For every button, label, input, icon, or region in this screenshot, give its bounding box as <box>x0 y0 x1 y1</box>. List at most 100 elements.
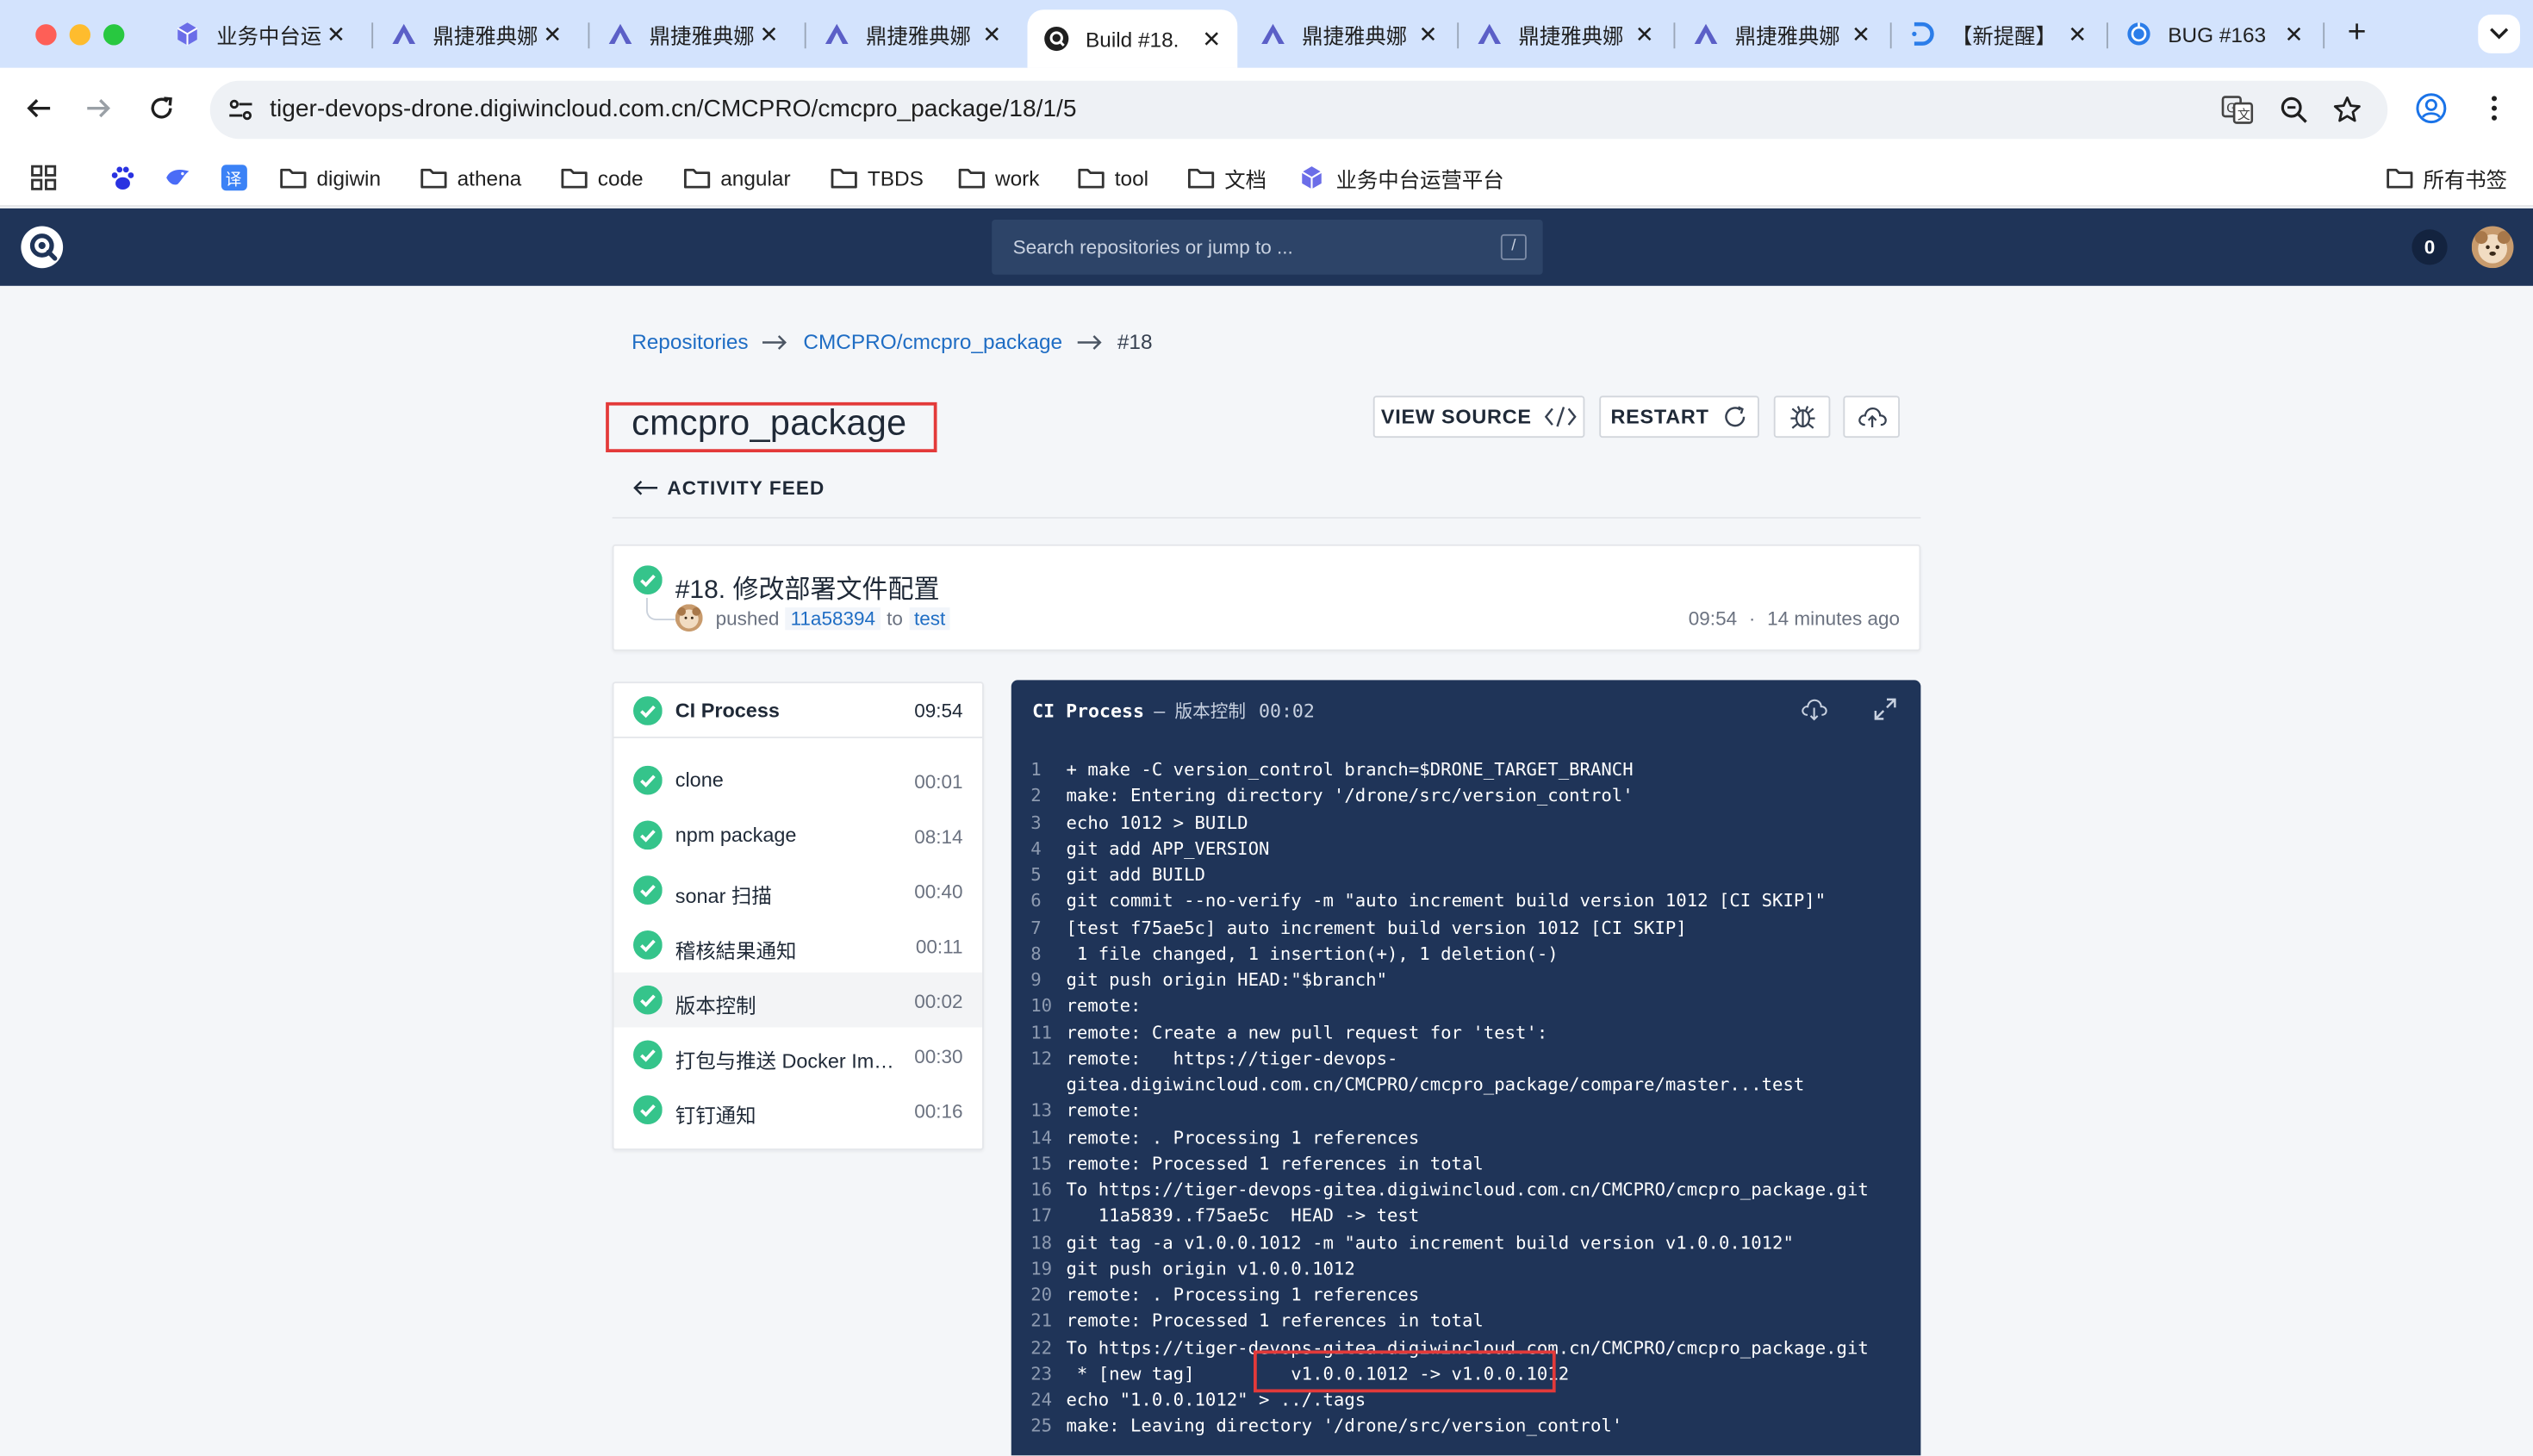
step-item-docker-push[interactable]: 打包与推送 Docker Image 00:30 <box>614 1028 983 1083</box>
close-icon[interactable]: ✕ <box>539 20 565 47</box>
log-line-number[interactable]: 17 <box>1011 1204 1067 1229</box>
translate-icon[interactable]: G文 <box>2219 94 2255 127</box>
close-icon[interactable]: ✕ <box>979 20 1005 47</box>
close-icon[interactable]: ✕ <box>2281 20 2307 47</box>
browser-tab[interactable]: 鼎捷雅典娜 ✕ <box>1677 9 1887 58</box>
breadcrumb-repo-link[interactable]: CMCPRO/cmcpro_package <box>803 330 1062 354</box>
bookmark-folder[interactable]: code <box>559 160 644 196</box>
bookmark-folder[interactable]: work <box>956 160 1039 196</box>
new-tab-button[interactable]: + <box>2339 16 2374 52</box>
bookmark-folder[interactable]: athena <box>419 160 521 196</box>
bookmark-star-icon[interactable] <box>2330 94 2365 127</box>
tab-search-button[interactable] <box>2478 14 2520 53</box>
forward-button[interactable] <box>78 87 120 129</box>
activity-feed-link[interactable]: ACTIVITY FEED <box>633 476 825 499</box>
step-item-audit-notify[interactable]: 稽核結果通知 00:11 <box>614 918 983 973</box>
log-line-number[interactable]: 5 <box>1011 862 1067 888</box>
view-source-button[interactable]: VIEW SOURCE <box>1372 395 1585 439</box>
stage-header[interactable]: CI Process 09:54 <box>613 683 982 738</box>
window-close-button[interactable] <box>35 24 57 46</box>
close-icon[interactable]: ✕ <box>1848 20 1874 47</box>
log-line-number[interactable]: 7 <box>1011 915 1067 941</box>
bookmark-folder[interactable]: tool <box>1076 160 1148 196</box>
download-logs-icon[interactable] <box>1800 694 1829 724</box>
drone-logo-icon[interactable] <box>20 225 65 271</box>
notification-badge[interactable]: 0 <box>2412 229 2448 265</box>
debug-button[interactable] <box>1773 395 1831 439</box>
expand-icon[interactable] <box>1870 694 1900 724</box>
all-bookmarks-folder[interactable]: 所有书签 <box>2385 160 2507 196</box>
log-line-number[interactable]: 19 <box>1011 1256 1067 1282</box>
commit-hash-link[interactable]: 11a58394 <box>785 607 881 631</box>
log-line-number[interactable] <box>1011 1073 1067 1098</box>
log-line-number[interactable]: 24 <box>1011 1388 1067 1414</box>
close-icon[interactable]: ✕ <box>1416 20 1441 47</box>
browser-tab[interactable]: 鼎捷雅典娜 ✕ <box>375 9 578 58</box>
log-line-number[interactable]: 10 <box>1011 994 1067 1020</box>
log-line-number[interactable]: 22 <box>1011 1335 1067 1361</box>
log-line-number[interactable]: 14 <box>1011 1125 1067 1151</box>
zoom-icon[interactable] <box>2276 94 2312 127</box>
apps-grid-icon[interactable] <box>29 160 59 196</box>
close-icon[interactable]: ✕ <box>2064 20 2090 47</box>
restart-button[interactable]: RESTART <box>1599 395 1759 439</box>
close-icon[interactable]: ✕ <box>756 20 782 47</box>
bookmark-folder[interactable]: 文档 <box>1186 160 1266 196</box>
folder-icon <box>681 165 711 190</box>
step-item-dingtalk-notify[interactable]: 钉钉通知 00:16 <box>614 1082 983 1137</box>
browser-tab[interactable]: 【新提醒】 ✕ <box>1894 9 2104 58</box>
window-zoom-button[interactable] <box>103 24 125 46</box>
bookmark-link[interactable]: 业务中台运营平台 <box>1298 160 1504 196</box>
step-item-npm-package[interactable]: npm package 08:14 <box>614 808 983 863</box>
close-icon[interactable]: ✕ <box>323 20 349 47</box>
step-item-version-control[interactable]: 版本控制 00:02 <box>613 972 982 1028</box>
search-input[interactable]: Search repositories or jump to ... / <box>992 220 1543 275</box>
folder-icon <box>419 165 448 190</box>
step-item-clone[interactable]: clone 00:01 <box>614 753 983 808</box>
log-line-number[interactable]: 18 <box>1011 1230 1067 1256</box>
window-minimize-button[interactable] <box>69 24 90 46</box>
baidu-paw-icon[interactable] <box>109 160 138 196</box>
log-line-number[interactable]: 12 <box>1011 1047 1067 1073</box>
log-line-number[interactable]: 25 <box>1011 1414 1067 1440</box>
site-info-icon[interactable] <box>220 89 262 131</box>
log-line-number[interactable]: 6 <box>1011 889 1067 915</box>
log-line-number[interactable]: 11 <box>1011 1020 1067 1046</box>
log-line-number[interactable]: 1 <box>1011 757 1067 783</box>
promote-button[interactable] <box>1843 395 1900 439</box>
log-line-number[interactable]: 16 <box>1011 1178 1067 1204</box>
bird-icon[interactable] <box>163 160 192 196</box>
back-button[interactable] <box>18 87 60 129</box>
browser-tab[interactable]: 鼎捷雅典娜 ✕ <box>591 9 794 58</box>
browser-tab[interactable]: 鼎捷雅典娜 ✕ <box>808 9 1018 58</box>
browser-tab[interactable]: 鼎捷雅典娜 ✕ <box>1460 9 1671 58</box>
translate-app-icon[interactable]: 译 <box>220 160 249 196</box>
log-line-number[interactable]: 23 <box>1011 1361 1067 1387</box>
log-line-number[interactable]: 20 <box>1011 1283 1067 1309</box>
bookmark-folder[interactable]: angular <box>681 160 791 196</box>
profile-icon[interactable] <box>2412 89 2450 128</box>
log-line-number[interactable]: 15 <box>1011 1151 1067 1177</box>
log-line-number[interactable]: 8 <box>1011 942 1067 968</box>
log-line-number[interactable]: 9 <box>1011 968 1067 993</box>
browser-tab[interactable]: BUG #163 ✕ <box>2110 9 2320 58</box>
browser-tab[interactable]: 业务中台运 ✕ <box>159 9 362 58</box>
user-avatar[interactable] <box>2471 226 2514 269</box>
breadcrumb-repositories-link[interactable]: Repositories <box>632 330 748 354</box>
bookmark-folder[interactable]: digiwin <box>278 160 381 196</box>
address-bar[interactable]: tiger-devops-drone.digiwincloud.com.cn/C… <box>209 80 2388 140</box>
log-line-number[interactable]: 2 <box>1011 784 1067 810</box>
close-icon[interactable]: ✕ <box>1198 25 1224 52</box>
log-line-number[interactable]: 4 <box>1011 837 1067 862</box>
more-menu-icon[interactable] <box>2475 89 2514 128</box>
close-icon[interactable]: ✕ <box>1632 20 1658 47</box>
browser-tab[interactable]: 鼎捷雅典娜 ✕ <box>1244 9 1454 58</box>
commit-branch-link[interactable]: test <box>909 607 950 631</box>
log-line-number[interactable]: 13 <box>1011 1098 1067 1124</box>
browser-tab-active[interactable]: Build #18. ✕ <box>1027 9 1238 68</box>
reload-button[interactable] <box>140 87 183 129</box>
log-line-number[interactable]: 21 <box>1011 1309 1067 1335</box>
log-line-number[interactable]: 3 <box>1011 810 1067 836</box>
step-item-sonar[interactable]: sonar 扫描 00:40 <box>614 862 983 918</box>
bookmark-folder[interactable]: TBDS <box>829 160 924 196</box>
